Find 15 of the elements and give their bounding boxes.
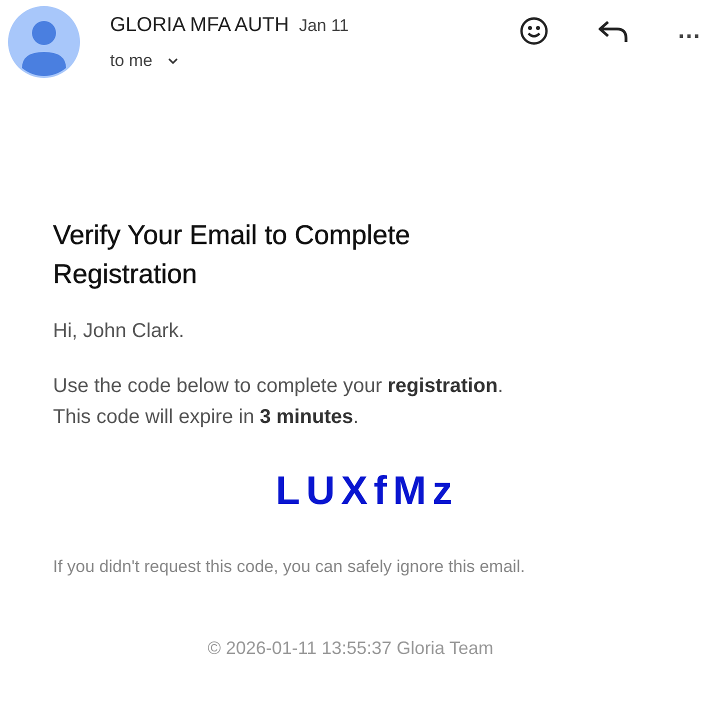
reply-icon[interactable]	[597, 18, 629, 44]
email-heading: Verify Your Email to Complete Registration	[53, 219, 412, 291]
copyright-text: © 2026-01-11 13:55:37 Gloria Team	[206, 638, 494, 659]
chevron-down-icon[interactable]	[166, 57, 179, 65]
email-date: Jan 11	[298, 16, 349, 36]
recipient-label: to me	[110, 51, 153, 71]
ignore-note: If you didn't request this code, you can safely ignore this email.	[53, 556, 526, 578]
sender-name: GLORIA MFA AUTH	[110, 14, 289, 37]
greeting-text: Hi, John Clark.	[53, 319, 186, 344]
instruction-text: Use the code below to complete your registration.	[53, 374, 504, 399]
verification-code: LUXfMz	[274, 469, 460, 514]
avatar-icon	[8, 6, 80, 78]
instruction-text: This code will expire in 3 minutes.	[53, 405, 360, 430]
emoji-icon[interactable]	[519, 16, 549, 46]
more-button[interactable]: …	[677, 19, 701, 43]
